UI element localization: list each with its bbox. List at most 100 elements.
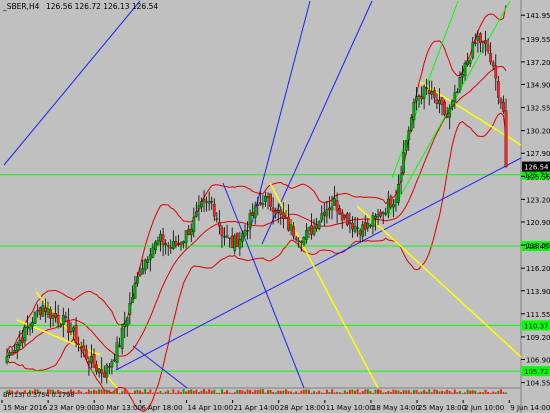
candle <box>345 211 349 227</box>
indicator-bar <box>108 389 111 394</box>
indicator-bar <box>297 392 300 394</box>
time-tick-label: 14 Apr 10:00 <box>187 404 233 412</box>
indicator-bar <box>246 389 249 394</box>
candle-body <box>502 101 505 112</box>
price-tick-label: 123.20 <box>526 196 550 204</box>
candle-body <box>195 211 198 217</box>
price-tick-label: 139.55 <box>526 36 550 44</box>
indicator-bar <box>203 389 206 394</box>
indicator-bar <box>453 389 456 394</box>
indicator-bar <box>441 390 444 394</box>
indicator-bar <box>223 392 226 394</box>
indicator-bar <box>169 392 172 394</box>
candle-body <box>159 234 162 242</box>
indicator-bar <box>149 389 152 394</box>
candle-body <box>44 307 47 312</box>
candle-body <box>56 314 60 324</box>
candle-body <box>174 241 178 246</box>
candle-body <box>51 315 55 319</box>
indicator-bar <box>123 389 126 394</box>
indicator-bar <box>489 392 492 394</box>
candle-body <box>330 206 334 211</box>
candle-body <box>315 224 318 229</box>
candle-body <box>192 217 196 233</box>
candle-body <box>74 324 78 344</box>
indicator-bar <box>499 389 502 394</box>
candle-body <box>102 372 106 378</box>
candle-body <box>389 196 393 208</box>
level-price-label: 110.37 <box>524 322 549 330</box>
indicator-bar <box>118 392 121 394</box>
candle-body <box>54 313 57 318</box>
candle-body <box>72 327 75 332</box>
indicator-bar <box>425 391 428 394</box>
candle-body <box>61 315 65 325</box>
indicator-bar <box>464 392 467 394</box>
candle-body <box>243 230 247 237</box>
candle-body <box>218 222 221 227</box>
candle-body <box>95 364 98 372</box>
indicator-bar <box>502 391 505 394</box>
candle-body <box>123 323 127 328</box>
indicator-bar <box>315 392 318 394</box>
candle-body <box>427 90 431 94</box>
candle-body <box>340 212 344 221</box>
price-chart[interactable]: 125.71118.45110.37105.72 141.95139.55137… <box>0 0 550 413</box>
candle-body <box>468 60 472 64</box>
indicator-bar <box>105 389 108 394</box>
candle-body <box>131 297 134 303</box>
candle-body <box>31 322 34 327</box>
indicator-bar <box>397 390 400 394</box>
candle-body <box>120 327 124 349</box>
candle-body <box>33 311 37 324</box>
candle-body <box>235 232 239 247</box>
indicator-bar <box>174 392 177 394</box>
indicator-bar <box>167 390 170 394</box>
indicator-bar <box>371 392 374 394</box>
candle-body <box>23 327 27 341</box>
candle-body <box>299 241 303 243</box>
price-tick-label: 118.55 <box>526 242 550 250</box>
candle-body <box>251 212 255 216</box>
indicator-bar <box>116 389 119 394</box>
indicator-bar <box>471 390 474 394</box>
indicator-bar <box>259 389 262 394</box>
indicator-bar <box>466 389 469 394</box>
candle-body <box>448 107 452 118</box>
candle <box>235 232 239 247</box>
candle-body <box>473 42 477 44</box>
indicator-bar <box>98 389 101 394</box>
candle-body <box>412 102 416 121</box>
indicator-bar <box>492 391 495 394</box>
candle-body <box>156 240 160 245</box>
indicator-bar <box>292 392 295 394</box>
indicator-bar <box>249 390 252 394</box>
candle-body <box>92 353 96 368</box>
price-tick-label: 104.55 <box>526 380 550 388</box>
price-tick-label: 111.55 <box>526 311 550 319</box>
time-tick-label: 15 Mar 2016 <box>3 404 48 412</box>
candle-body <box>241 233 244 242</box>
indicator-bar <box>394 390 397 394</box>
indicator-bar <box>323 392 326 394</box>
indicator-bar <box>410 392 413 394</box>
candle-body <box>289 224 293 231</box>
candle-body <box>282 212 285 219</box>
candle-body <box>105 364 109 378</box>
indicator-bar <box>261 389 264 394</box>
indicator-label: BP(13) 0.3754 0.1798 <box>3 391 74 399</box>
candle-body <box>248 213 252 229</box>
indicator-bar <box>254 389 257 394</box>
price-tick-label: 109.20 <box>526 334 550 342</box>
indicator-bar <box>133 390 136 394</box>
price-tick-label: 137.20 <box>526 59 550 67</box>
candle-body <box>202 198 206 202</box>
indicator-bar <box>300 390 303 394</box>
candle-body <box>49 309 52 319</box>
indicator-bar <box>415 389 418 394</box>
indicator-bar <box>279 390 282 394</box>
indicator-bar <box>479 391 482 394</box>
candle-body <box>415 96 418 102</box>
candle-body <box>376 214 380 218</box>
candle-body <box>115 342 119 363</box>
